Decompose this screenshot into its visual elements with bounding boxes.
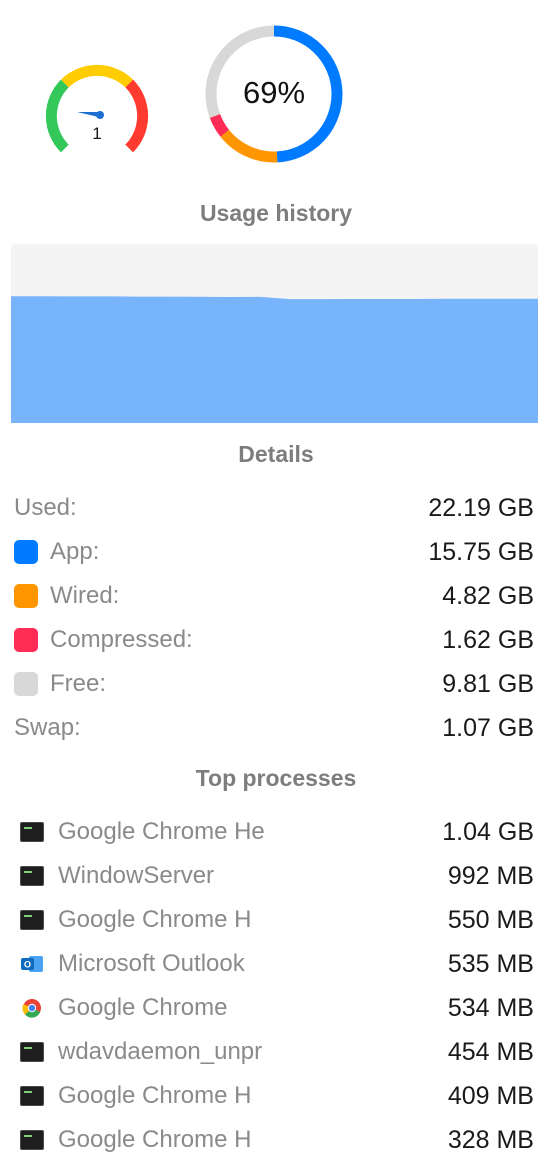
process-row[interactable]: wdavdaemon_unpr 454 MB [0, 1032, 552, 1072]
terminal-icon [20, 910, 44, 930]
detail-row-used: Used: 22.19 GB [0, 488, 552, 528]
terminal-icon [20, 1130, 44, 1150]
detail-value: 1.62 GB [442, 626, 534, 654]
process-name: Google Chrome H [58, 1082, 252, 1109]
detail-value: 4.82 GB [442, 582, 534, 610]
terminal-icon [20, 866, 44, 886]
donut-segment-compressed [209, 113, 230, 137]
free-color-swatch [14, 672, 38, 696]
process-name: Google Chrome H [58, 906, 252, 933]
process-memory: 328 MB [447, 1126, 534, 1154]
process-row[interactable]: Google Chrome H 550 MB [0, 900, 552, 940]
compressed-color-swatch [14, 628, 38, 652]
process-memory: 454 MB [447, 1038, 534, 1066]
detail-value: 1.07 GB [442, 714, 534, 742]
detail-label: Compressed: [50, 626, 193, 653]
memory-percent: 69% [242, 75, 306, 110]
memory-usage-donut: 69% [203, 23, 345, 165]
detail-label: Used: [14, 494, 77, 521]
process-name: Google Chrome H [58, 1126, 252, 1153]
process-row[interactable]: WindowServer 992 MB [0, 856, 552, 896]
detail-label: Wired: [50, 582, 120, 609]
wired-color-swatch [14, 584, 38, 608]
process-row[interactable]: Google Chrome H 409 MB [0, 1076, 552, 1116]
pressure-gauge: 1 [40, 54, 160, 164]
detail-value: 22.19 GB [428, 494, 534, 522]
process-row[interactable]: Google Chrome 534 MB [0, 988, 552, 1028]
terminal-icon [20, 822, 44, 842]
usage-history-title: Usage history [199, 200, 353, 226]
history-area [11, 296, 538, 423]
process-memory: 534 MB [447, 994, 534, 1022]
process-name: wdavdaemon_unpr [58, 1038, 263, 1065]
process-name: WindowServer [58, 862, 215, 889]
detail-row-app: App: 15.75 GB [0, 532, 552, 572]
detail-row-swap: Swap: 1.07 GB [0, 708, 552, 748]
details-title: Details [238, 441, 314, 467]
process-row[interactable]: O Microsoft Outlook 535 MB [0, 944, 552, 984]
process-row[interactable]: Google Chrome He 1.04 GB [0, 812, 552, 852]
process-name: Microsoft Outlook [58, 950, 245, 977]
process-memory: 535 MB [447, 950, 534, 978]
detail-value: 15.75 GB [428, 538, 534, 566]
gauge-value: 1 [92, 124, 102, 143]
donut-segment-wired [220, 129, 278, 163]
process-memory: 550 MB [447, 906, 534, 934]
detail-row-wired: Wired: 4.82 GB [0, 576, 552, 616]
process-memory: 992 MB [447, 862, 534, 890]
process-name: Google Chrome He [58, 818, 265, 845]
svg-text:O: O [24, 960, 31, 970]
top-processes-title: Top processes [195, 765, 357, 791]
terminal-icon [20, 1042, 44, 1062]
detail-value: 9.81 GB [442, 670, 534, 698]
terminal-icon [20, 1086, 44, 1106]
gauge-needle [77, 111, 104, 119]
process-name: Google Chrome [58, 994, 228, 1021]
app-color-swatch [14, 540, 38, 564]
process-memory: 409 MB [447, 1082, 534, 1110]
detail-label: Swap: [14, 714, 81, 741]
detail-row-free: Free: 9.81 GB [0, 664, 552, 704]
detail-row-compressed: Compressed: 1.62 GB [0, 620, 552, 660]
usage-history-chart [11, 244, 538, 423]
outlook-icon: O [20, 954, 44, 974]
chrome-icon [20, 998, 44, 1018]
process-memory: 1.04 GB [442, 818, 534, 846]
detail-label: Free: [50, 670, 107, 697]
process-row[interactable]: Google Chrome H 328 MB [0, 1120, 552, 1160]
detail-label: App: [50, 538, 100, 565]
